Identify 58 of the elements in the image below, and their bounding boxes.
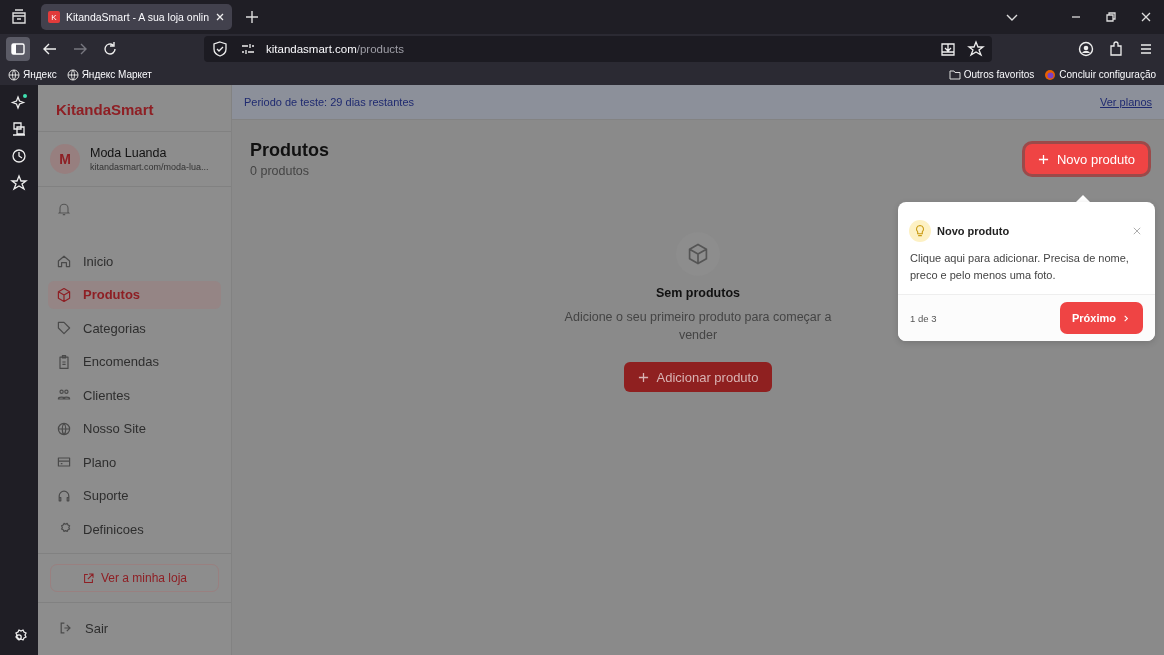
star-icon[interactable] xyxy=(9,173,29,193)
globe-icon xyxy=(8,68,20,81)
store-url: kitandasmart.com/moda-lua... xyxy=(90,162,209,172)
bookmark[interactable]: Яндекс Маркет xyxy=(66,68,152,81)
browser-logo-icon xyxy=(1044,68,1057,81)
nav-item[interactable]: Encomendas xyxy=(48,347,221,376)
globe-icon xyxy=(66,68,79,81)
empty-text: Adicione o seu primeiro produto para começar a vender xyxy=(563,309,833,344)
bookmark[interactable]: Outros favoritos xyxy=(948,68,1035,81)
bookmark[interactable]: Яндекс xyxy=(8,68,57,81)
nav-item[interactable]: Clientes xyxy=(48,381,221,410)
shield-icon[interactable] xyxy=(210,39,230,59)
view-store-button[interactable]: Ver a minha loja xyxy=(50,564,219,592)
external-link-icon xyxy=(81,571,95,585)
nav-item[interactable]: Nosso Site xyxy=(48,414,221,443)
tab-title: KitandaSmart - A sua loja onlin xyxy=(66,11,209,23)
lightbulb-icon xyxy=(909,220,931,242)
page-title: Produtos xyxy=(250,140,329,161)
nav-item[interactable]: Plano xyxy=(48,448,221,477)
plans-link[interactable]: Ver planos xyxy=(1100,96,1152,108)
address-bar[interactable]: kitandasmart.com/products xyxy=(204,36,992,62)
nav-item[interactable]: Inicio xyxy=(48,247,221,276)
site-favicon: K xyxy=(48,11,60,23)
empty-title: Sem produtos xyxy=(655,286,740,300)
folder-icon xyxy=(948,68,961,81)
box-icon xyxy=(56,286,72,303)
add-product-button[interactable]: Adicionar produto xyxy=(623,362,773,392)
sparkle-icon[interactable] xyxy=(9,92,29,112)
sidebar-toggle-icon[interactable] xyxy=(6,37,30,61)
new-product-button[interactable]: Novo produto xyxy=(1024,144,1148,174)
logout-item[interactable]: Sair xyxy=(38,603,231,655)
brand-logo[interactable]: KitandaSmart xyxy=(38,85,231,132)
nav-item[interactable]: Produtos xyxy=(48,280,221,309)
clipboard-icon xyxy=(56,353,72,370)
nav-item[interactable]: Suporte xyxy=(48,481,221,510)
tag-icon xyxy=(56,320,72,337)
nav-item[interactable]: Definicoes xyxy=(48,515,221,544)
chevron-right-icon xyxy=(1122,313,1131,323)
step-counter: 1 de 3 xyxy=(910,312,937,324)
tour-title: Novo produto xyxy=(937,225,1010,237)
store-avatar: M xyxy=(50,144,80,174)
trial-text: Periodo de teste: 29 dias restantes xyxy=(244,96,414,108)
tab-overview-icon[interactable] xyxy=(9,7,29,27)
history-icon[interactable] xyxy=(9,146,29,166)
bookmark[interactable]: Concluir configuração xyxy=(1044,68,1156,81)
browser-tab[interactable]: K KitandaSmart - A sua loja onlin xyxy=(41,4,232,30)
product-count: 0 produtos xyxy=(250,164,311,178)
globe-icon xyxy=(56,420,72,437)
home-icon xyxy=(56,253,72,270)
nav-item[interactable]: Categorias xyxy=(48,314,221,343)
next-button[interactable]: Próximo xyxy=(1060,302,1143,334)
plus-icon xyxy=(1037,153,1049,165)
tour-text: Clique aqui para adicionar. Precisa de nome, preco e pelo menos uma foto. xyxy=(909,251,1130,283)
star-icon[interactable] xyxy=(966,39,986,59)
plus-icon xyxy=(637,371,649,383)
url-text: kitandasmart.com/products xyxy=(266,43,405,55)
store-name: Moda Luanda xyxy=(90,146,168,160)
account-icon[interactable] xyxy=(1076,39,1096,59)
